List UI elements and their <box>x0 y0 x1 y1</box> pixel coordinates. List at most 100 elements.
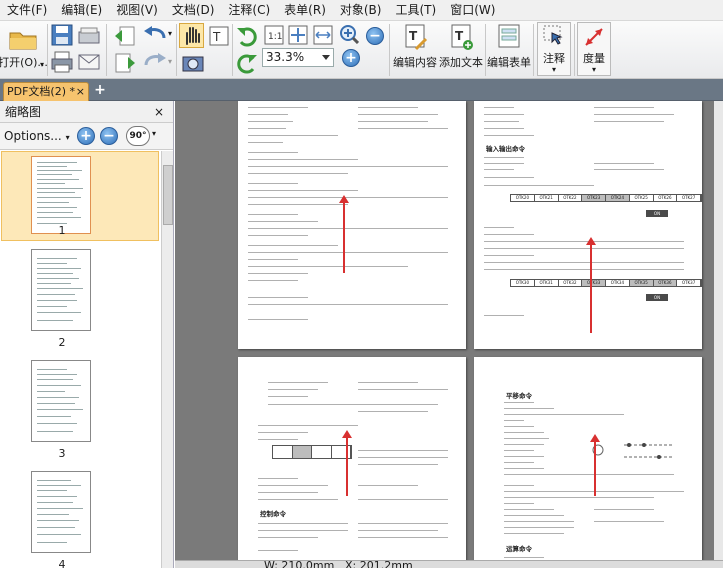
scan-icon[interactable] <box>77 23 101 47</box>
actual-size-icon[interactable]: 1:1 <box>263 24 285 46</box>
measure-label: 度量 <box>583 52 605 65</box>
hand-icon <box>186 27 200 45</box>
thumbnail-page-4[interactable]: 4 <box>1 466 159 568</box>
measure-ruler-icon <box>585 28 603 46</box>
menu-document[interactable]: 文档(D) <box>165 0 222 21</box>
toolbar: 打开(O)... ▾ ▾ ▾ T 1:1 33.3% − + T 编辑内容 T … <box>0 21 723 79</box>
fit-page-icon[interactable] <box>287 24 309 46</box>
menu-object[interactable]: 对象(B) <box>333 0 389 21</box>
chevron-down-icon[interactable]: ▾ <box>40 60 44 69</box>
fit-width-icon[interactable] <box>312 24 334 46</box>
zoom-in-button[interactable]: + <box>342 49 360 67</box>
print-icon[interactable] <box>50 50 74 74</box>
tab-document-label: PDF文档(2) * <box>7 85 76 98</box>
thumbnail-panel: 缩略图 × Options... ▾ + − 90° ▾ 1 2 3 4 <box>0 101 174 568</box>
table-cell: OTK37 <box>677 280 701 286</box>
page-back-icon[interactable] <box>113 24 137 48</box>
thumbnail-page-3[interactable]: 3 <box>1 355 159 463</box>
table-cell: OTK25 <box>630 195 654 201</box>
page-view: 控制命令 <box>238 357 466 560</box>
add-tab-icon[interactable]: + <box>93 83 107 97</box>
chevron-down-icon[interactable]: ▾ <box>168 29 172 38</box>
thumbnail-list[interactable]: 1 2 3 4 <box>0 151 161 568</box>
edit-form-button[interactable]: 编辑表单 <box>486 23 532 70</box>
add-text-label: 添加文本 <box>439 56 483 69</box>
annotation-cursor-icon <box>543 25 563 45</box>
table-cell: OTK33 <box>582 280 606 286</box>
hand-tool-button[interactable] <box>179 23 204 48</box>
viewer-scrollbar[interactable] <box>714 101 723 560</box>
table-cell: OTK34 <box>606 280 630 286</box>
select-text-icon[interactable]: T <box>207 24 231 48</box>
statusbar: W: 210.0mm X: 201.2mm <box>175 560 723 568</box>
page-view: 平移命令 运算命令 <box>474 357 702 560</box>
redo-icon[interactable] <box>142 51 168 73</box>
document-viewer[interactable]: 输入输出命令 OTK20 OTK21 OTK22 OTK23 OTK24 OTK25 OTK… <box>175 101 723 560</box>
document-tab-bar: PDF文档(2) * × + <box>0 79 723 101</box>
svg-text:T: T <box>212 30 221 44</box>
menu-file[interactable]: 文件(F) <box>0 0 54 21</box>
menu-edit[interactable]: 编辑(E) <box>54 0 109 21</box>
zoom-value: 33.3% <box>266 50 305 64</box>
scrollbar-thumb[interactable] <box>163 165 173 225</box>
zoom-select[interactable]: 33.3% <box>262 48 334 67</box>
rotate-button[interactable]: 90° <box>126 126 150 146</box>
add-text-icon: T <box>451 24 473 50</box>
thumbnail-zoom-out-button[interactable]: − <box>100 127 118 145</box>
page-view: 输入输出命令 OTK20 OTK21 OTK22 OTK23 OTK24 OTK25 OTK… <box>474 101 702 349</box>
close-icon[interactable]: × <box>76 83 85 100</box>
thumbnail-scrollbar[interactable] <box>161 151 173 568</box>
menu-window[interactable]: 窗口(W) <box>443 0 502 21</box>
email-icon[interactable] <box>77 50 101 74</box>
save-icon[interactable] <box>50 23 74 47</box>
open-button[interactable]: 打开(O)... <box>0 25 48 70</box>
red-arrow-annotation <box>590 434 600 496</box>
table-cell: OTK35 <box>629 280 654 286</box>
chevron-down-icon: ▾ <box>65 133 70 142</box>
page-forward-icon[interactable] <box>113 51 137 75</box>
thumbnail-panel-title: 缩略图 <box>5 105 42 119</box>
menu-comment[interactable]: 注释(C) <box>221 0 277 21</box>
table-cell: OTK23 <box>582 195 606 201</box>
menu-tools[interactable]: 工具(T) <box>388 0 443 21</box>
annotation-label: 注释 <box>543 52 565 65</box>
section-heading: 平移命令 <box>506 392 532 400</box>
page-view <box>238 101 466 349</box>
menu-view[interactable]: 视图(V) <box>109 0 165 21</box>
page-width-readout: W: 210.0mm <box>264 560 335 568</box>
close-icon[interactable]: × <box>154 101 164 123</box>
table-cell: OTK30 <box>511 280 535 286</box>
thumbnail-page-1[interactable]: 1 <box>1 151 159 241</box>
chevron-down-icon: ▾ <box>591 65 596 74</box>
options-dropdown[interactable]: Options... ▾ <box>4 127 70 147</box>
edit-form-label: 编辑表单 <box>487 56 531 69</box>
menu-form[interactable]: 表单(R) <box>277 0 333 21</box>
chevron-down-icon[interactable]: ▾ <box>152 129 156 138</box>
cursor-x-readout: X: 201.2mm <box>345 560 413 568</box>
thumbnail-zoom-in-button[interactable]: + <box>77 127 95 145</box>
rotate-right-icon[interactable] <box>235 51 259 75</box>
undo-icon[interactable] <box>142 24 168 46</box>
thumbnail-label: 4 <box>58 558 66 568</box>
data-table <box>272 445 352 459</box>
zoom-out-button[interactable]: − <box>366 27 384 45</box>
snapshot-icon[interactable] <box>181 51 205 75</box>
thumbnail-toolbar: Options... ▾ + − 90° ▾ <box>0 123 173 150</box>
edit-content-button[interactable]: T 编辑内容 <box>391 23 439 70</box>
annotation-button[interactable]: 注释 ▾ <box>537 22 571 76</box>
svg-text:T: T <box>455 29 464 43</box>
add-text-button[interactable]: T 添加文本 <box>438 23 484 70</box>
thumbnail-image <box>31 471 91 553</box>
thumbnail-page-2[interactable]: 2 <box>1 244 159 352</box>
tab-document[interactable]: PDF文档(2) * × <box>3 82 89 101</box>
thumbnail-label: 2 <box>58 336 66 349</box>
section-heading: 输入输出命令 <box>486 145 525 153</box>
edit-content-icon: T <box>405 24 428 51</box>
rotate-label: 90° <box>129 131 147 141</box>
svg-text:1:1: 1:1 <box>268 32 282 42</box>
zoom-in-magnifier-icon[interactable] <box>339 24 359 44</box>
edit-form-icon <box>498 24 520 48</box>
measure-button[interactable]: 度量 ▾ <box>577 22 611 76</box>
rotate-left-icon[interactable] <box>235 24 259 48</box>
chevron-down-icon[interactable]: ▾ <box>168 57 172 66</box>
